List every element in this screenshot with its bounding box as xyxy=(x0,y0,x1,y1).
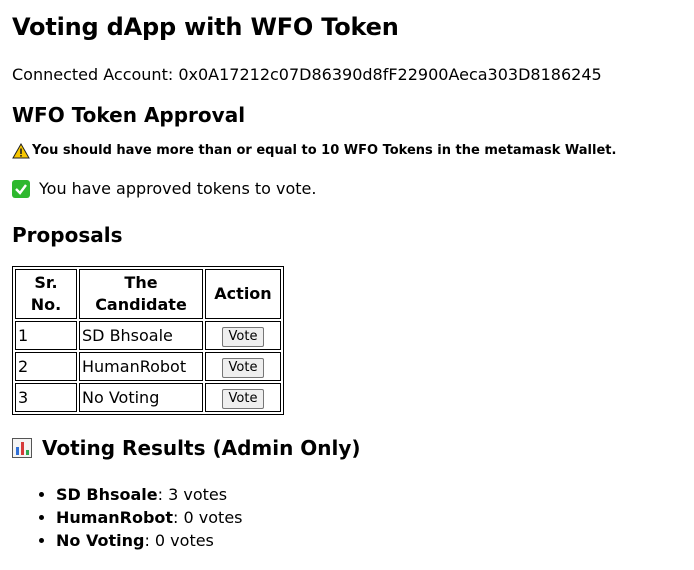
warning-text: You should have more than or equal to 10… xyxy=(32,143,617,158)
row-sr-no: 3 xyxy=(15,383,77,412)
list-item: SD Bhsoale: 3 votes xyxy=(56,483,682,506)
table-row: 1 SD Bhsoale Vote xyxy=(15,321,281,350)
account-address: 0x0A17212c07D86390d8fF22900Aeca303D81862… xyxy=(178,65,602,84)
table-header-row: Sr. No. The Candidate Action xyxy=(15,269,281,319)
proposals-table: Sr. No. The Candidate Action 1 SD Bhsoal… xyxy=(12,266,284,415)
vote-button[interactable]: Vote xyxy=(221,358,265,378)
row-sr-no: 1 xyxy=(15,321,77,350)
row-candidate: SD Bhsoale xyxy=(79,321,203,350)
result-candidate: HumanRobot xyxy=(56,508,174,527)
table-row: 2 HumanRobot Vote xyxy=(15,352,281,381)
approval-heading: WFO Token Approval xyxy=(12,103,246,127)
list-item: HumanRobot: 0 votes xyxy=(56,506,682,529)
page: Voting dApp with WFO Token Connected Acc… xyxy=(0,0,694,552)
row-action: Vote xyxy=(205,352,281,381)
row-candidate: No Voting xyxy=(79,383,203,412)
connected-account: Connected Account: 0x0A17212c07D86390d8f… xyxy=(12,64,682,86)
approval-status-text: You have approved tokens to vote. xyxy=(39,179,317,198)
bar-chart-icon xyxy=(12,438,32,458)
vote-button[interactable]: Vote xyxy=(221,327,265,347)
token-warning: You should have more than or equal to 10… xyxy=(12,142,682,160)
column-header-candidate: The Candidate xyxy=(79,269,203,319)
row-action: Vote xyxy=(205,321,281,350)
table-row: 3 No Voting Vote xyxy=(15,383,281,412)
check-mark-icon xyxy=(12,180,30,198)
proposals-heading: Proposals xyxy=(12,223,123,247)
results-list: SD Bhsoale: 3 votes HumanRobot: 0 votes … xyxy=(12,483,682,552)
result-candidate: No Voting xyxy=(56,531,145,550)
list-item: No Voting: 0 votes xyxy=(56,529,682,552)
column-header-action: Action xyxy=(205,269,281,319)
account-label: Connected Account: xyxy=(12,65,174,84)
row-sr-no: 2 xyxy=(15,352,77,381)
result-votes: : 0 votes xyxy=(144,531,214,550)
results-heading: Voting Results (Admin Only) xyxy=(42,436,361,460)
approval-status: You have approved tokens to vote. xyxy=(12,178,682,200)
results-heading-row: Voting Results (Admin Only) xyxy=(12,435,682,461)
result-votes: : 0 votes xyxy=(173,508,243,527)
warning-icon xyxy=(12,143,30,159)
row-action: Vote xyxy=(205,383,281,412)
result-candidate: SD Bhsoale xyxy=(56,485,158,504)
row-candidate: HumanRobot xyxy=(79,352,203,381)
page-title: Voting dApp with WFO Token xyxy=(12,13,399,41)
column-header-sr-no: Sr. No. xyxy=(15,269,77,319)
result-votes: : 3 votes xyxy=(157,485,228,504)
vote-button[interactable]: Vote xyxy=(221,389,265,409)
